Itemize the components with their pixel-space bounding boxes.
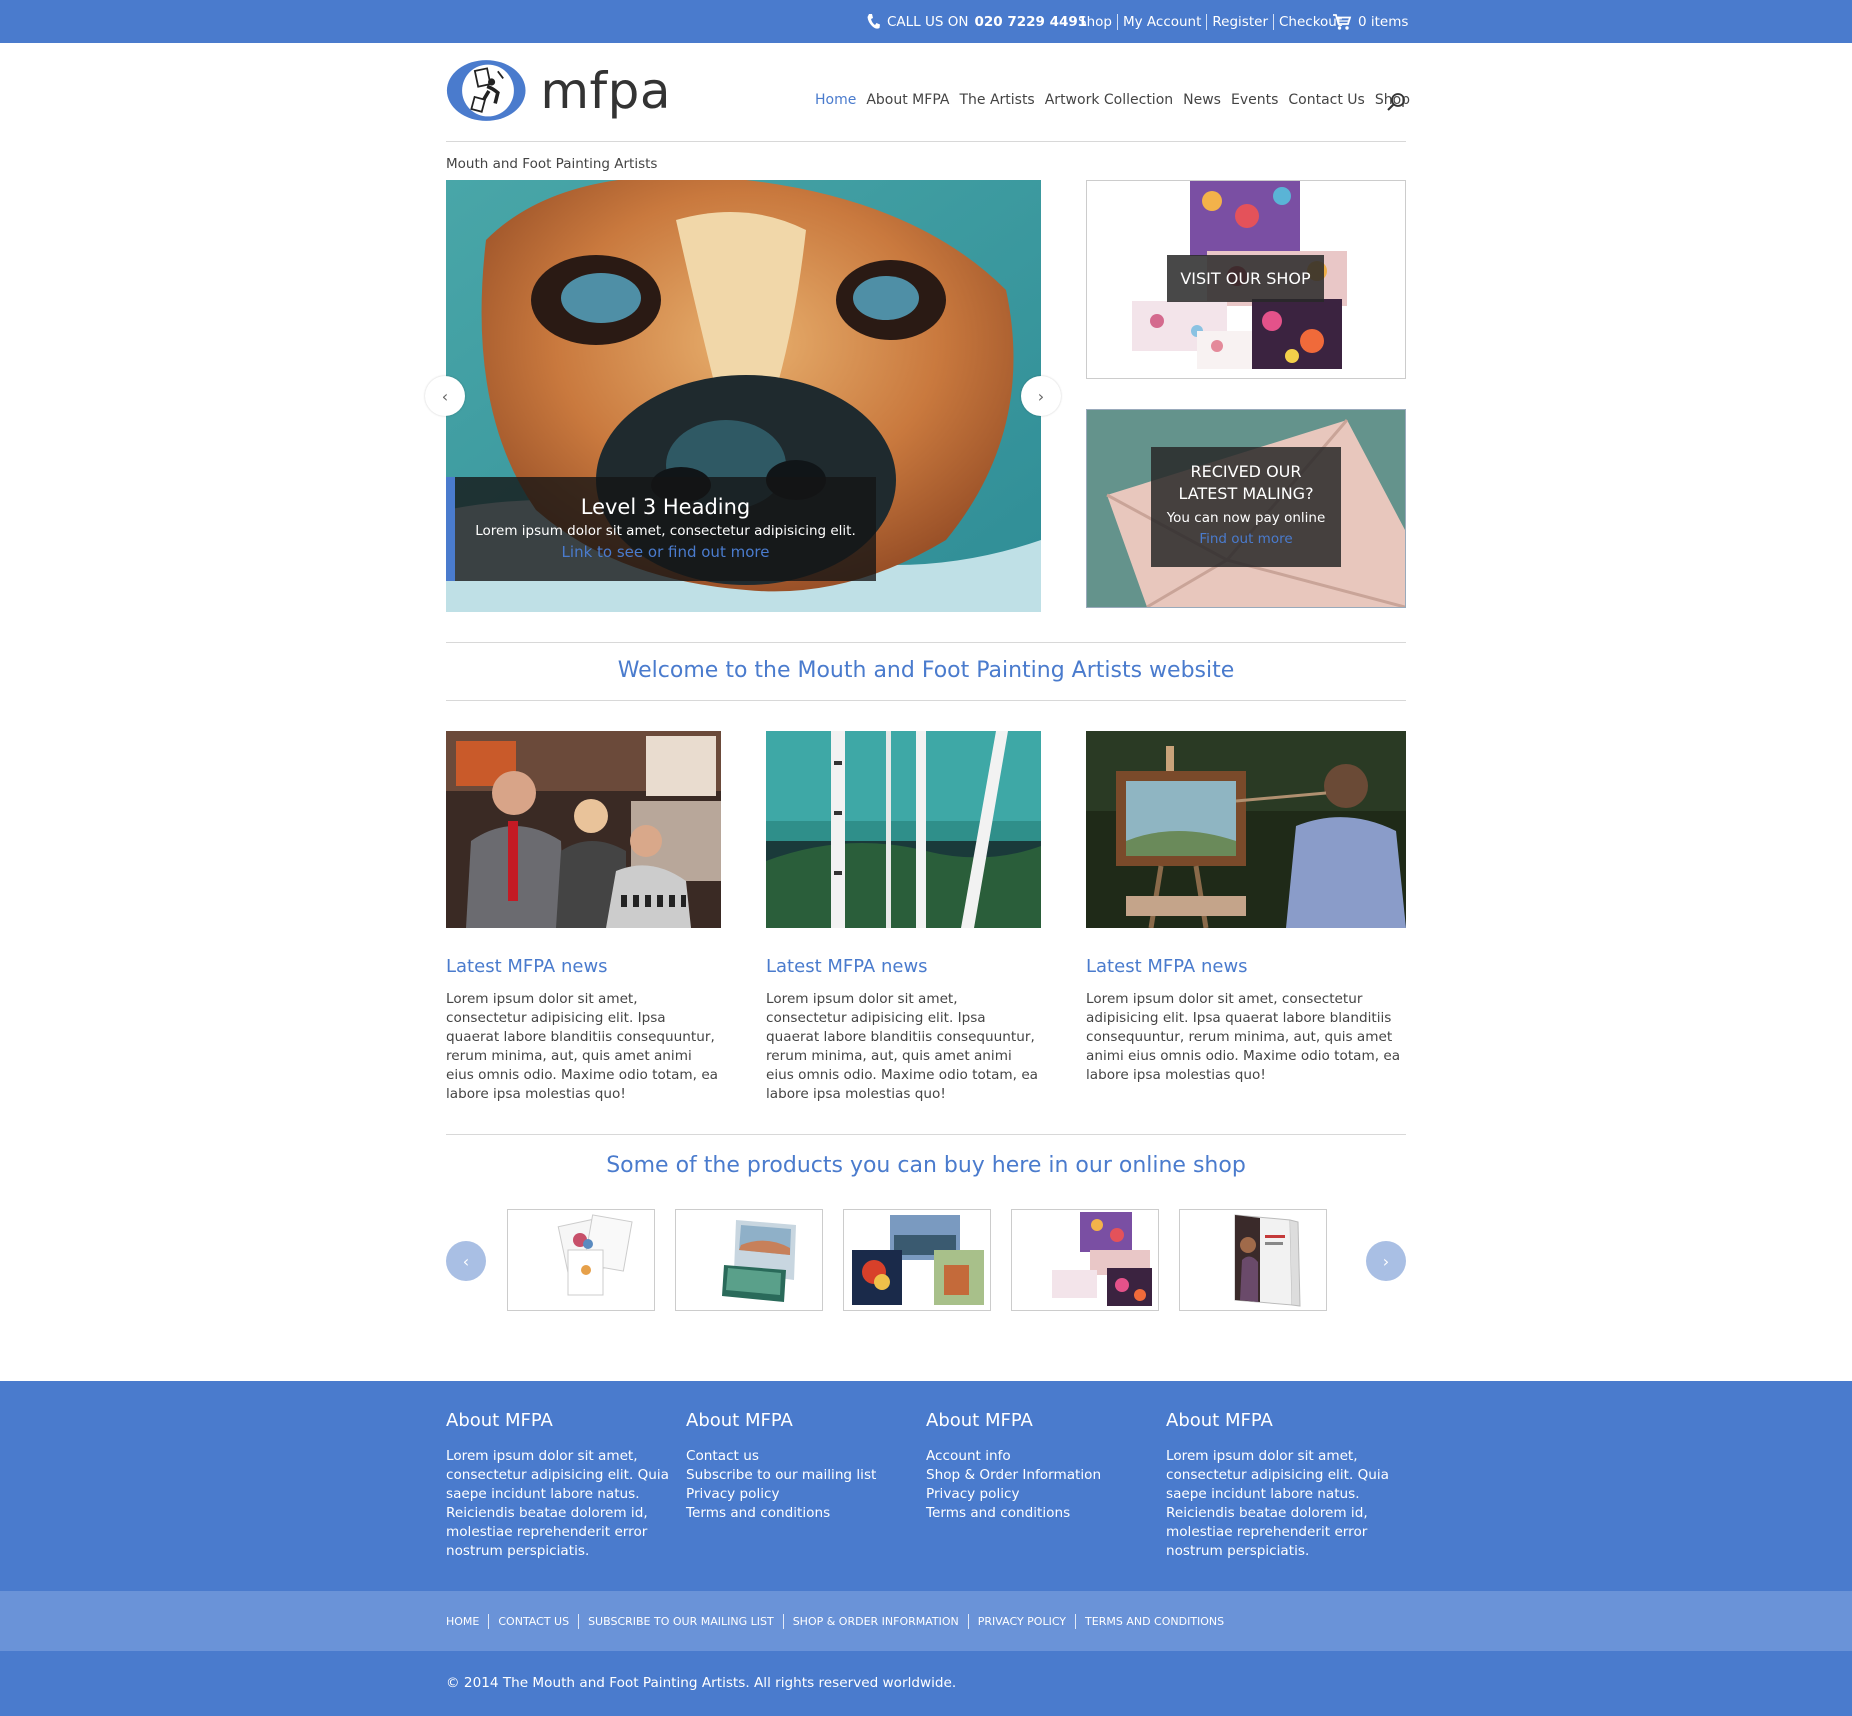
news-text-2: Lorem ipsum dolor sit amet, consectetur …: [766, 991, 1039, 1102]
footer-col-2: About MFPA Contact us Subscribe to our m…: [686, 1411, 916, 1523]
nav-events[interactable]: Events: [1231, 92, 1278, 108]
footer-link-shop-order-info[interactable]: Shop & Order Information: [926, 1466, 1156, 1485]
footer-bottom-privacy[interactable]: PRIVACY POLICY: [967, 1613, 1075, 1629]
top-bar: CALL US ON 020 7229 4491 Shop My Account…: [0, 0, 1852, 43]
news-title-2[interactable]: Latest MFPA news: [766, 956, 928, 977]
phone-icon: [867, 13, 880, 29]
footer-col-3: About MFPA Account info Shop & Order Inf…: [926, 1411, 1156, 1523]
slider-prev-button[interactable]: ‹: [425, 376, 465, 416]
cart-icon: [1333, 13, 1352, 30]
news-image-2[interactable]: [766, 731, 1041, 928]
nav-contact[interactable]: Contact Us: [1288, 92, 1364, 108]
mailing-promo-box: RECIVED OUR LATEST MALING? You can now p…: [1151, 447, 1341, 567]
footer-links-bar: HOME CONTACT US SUBSCRIBE TO OUR MAILING…: [0, 1591, 1852, 1651]
footer-bottom-contact[interactable]: CONTACT US: [488, 1613, 578, 1629]
nav-news[interactable]: News: [1183, 92, 1221, 108]
top-link-register[interactable]: Register: [1206, 13, 1273, 30]
visit-shop-button[interactable]: VISIT OUR SHOP: [1167, 255, 1324, 302]
search-icon[interactable]: [1386, 92, 1406, 112]
header-divider: [446, 141, 1406, 142]
footer-bottom-links: HOME CONTACT US SUBSCRIBE TO OUR MAILING…: [446, 1591, 1233, 1651]
nav-artwork-collection[interactable]: Artwork Collection: [1045, 92, 1173, 108]
site-tagline: Mouth and Foot Painting Artists: [446, 156, 658, 172]
product-item-5[interactable]: [1179, 1209, 1327, 1311]
main-nav: Home About MFPA The Artists Artwork Coll…: [815, 92, 1410, 108]
products-prev-button[interactable]: ‹: [446, 1241, 486, 1281]
product-item-3[interactable]: [843, 1209, 991, 1311]
news-text-3: Lorem ipsum dolor sit amet, consectetur …: [1086, 991, 1401, 1083]
mailing-promo-link[interactable]: Find out more: [1151, 531, 1341, 547]
news-image-3[interactable]: [1086, 731, 1406, 928]
footer-col-2-title: About MFPA: [686, 1410, 793, 1431]
news-title-1[interactable]: Latest MFPA news: [446, 956, 608, 977]
footer-link-contact[interactable]: Contact us: [686, 1447, 916, 1466]
welcome-divider-top: [446, 642, 1406, 643]
products-next-button[interactable]: ›: [1366, 1241, 1406, 1281]
slider-text: Lorem ipsum dolor sit amet, consectetur …: [475, 523, 856, 539]
product-item-4[interactable]: [1011, 1209, 1159, 1311]
footer-col-1-text: Lorem ipsum dolor sit amet, consectetur …: [446, 1448, 670, 1559]
news-title-3[interactable]: Latest MFPA news: [1086, 956, 1248, 977]
welcome-divider-bottom: [446, 700, 1406, 701]
footer-bottom-shop-order[interactable]: SHOP & ORDER INFORMATION: [782, 1613, 968, 1629]
products-divider: [446, 1134, 1406, 1135]
products-heading: Some of the products you can buy here in…: [606, 1153, 1246, 1178]
nav-home[interactable]: Home: [815, 92, 856, 108]
footer-col-4: About MFPA Lorem ipsum dolor sit amet, c…: [1166, 1411, 1396, 1561]
slider-next-button[interactable]: ›: [1021, 376, 1061, 416]
product-gift-boxes-image: [1052, 1212, 1152, 1306]
nav-artists[interactable]: The Artists: [959, 92, 1034, 108]
site-logo[interactable]: mfpa: [446, 53, 671, 128]
footer-col-1-title: About MFPA: [446, 1410, 553, 1431]
cart-count: 0 items: [1358, 13, 1409, 30]
nav-about[interactable]: About MFPA: [866, 92, 949, 108]
footer-link-privacy[interactable]: Privacy policy: [686, 1485, 916, 1504]
slider-caption: Level 3 Heading Lorem ipsum dolor sit am…: [446, 477, 876, 581]
footer-bottom-terms[interactable]: TERMS AND CONDITIONS: [1075, 1613, 1233, 1629]
news-text-1: Lorem ipsum dolor sit amet, consectetur …: [446, 991, 719, 1102]
top-link-shop[interactable]: Shop: [1078, 14, 1117, 30]
footer-bottom-home[interactable]: HOME: [446, 1614, 488, 1629]
cart-link[interactable]: 0 items: [1332, 0, 1408, 43]
logo-text: mfpa: [540, 61, 671, 120]
mailing-promo-title-2: LATEST MALING?: [1178, 484, 1314, 503]
phone-contact[interactable]: CALL US ON 020 7229 4491: [866, 0, 1087, 43]
product-item-1[interactable]: [507, 1209, 655, 1311]
product-boxed-cards-image: [722, 1220, 796, 1302]
top-links: Shop My Account Register Checkout: [1078, 0, 1347, 43]
mailing-promo-title-1: RECIVED OUR: [1190, 462, 1302, 481]
phone-number: 020 7229 4491: [974, 13, 1088, 30]
footer-link-account-info[interactable]: Account info: [926, 1447, 1156, 1466]
slider-link[interactable]: Link to see or find out more: [455, 543, 876, 561]
call-label: CALL US ON: [887, 13, 969, 30]
product-book-image: [1234, 1214, 1301, 1307]
product-cards-image: [557, 1214, 633, 1296]
footer: About MFPA Lorem ipsum dolor sit amet, c…: [0, 1381, 1852, 1591]
footer-link-subscribe[interactable]: Subscribe to our mailing list: [686, 1466, 916, 1485]
logo-mark-icon: [446, 60, 526, 121]
welcome-heading: Welcome to the Mouth and Foot Painting A…: [617, 658, 1235, 683]
footer-bottom-subscribe[interactable]: SUBSCRIBE TO OUR MAILING LIST: [578, 1613, 783, 1629]
footer-col-4-title: About MFPA: [1166, 1410, 1273, 1431]
footer-link-terms[interactable]: Terms and conditions: [686, 1504, 916, 1523]
footer-link-privacy-2[interactable]: Privacy policy: [926, 1485, 1156, 1504]
footer-col-1: About MFPA Lorem ipsum dolor sit amet, c…: [446, 1411, 676, 1561]
mailing-promo-text: You can now pay online: [1166, 510, 1326, 526]
footer-link-terms-2[interactable]: Terms and conditions: [926, 1504, 1156, 1523]
footer-col-3-title: About MFPA: [926, 1410, 1033, 1431]
top-link-my-account[interactable]: My Account: [1116, 13, 1206, 30]
slider-heading: Level 3 Heading: [580, 495, 751, 519]
copyright-text: © 2014 The Mouth and Foot Painting Artis…: [446, 1675, 957, 1691]
copyright-bar: © 2014 The Mouth and Foot Painting Artis…: [0, 1651, 1852, 1716]
footer-col-4-text: Lorem ipsum dolor sit amet, consectetur …: [1166, 1448, 1390, 1559]
news-image-1[interactable]: [446, 731, 721, 928]
product-prints-image: [852, 1215, 984, 1305]
product-item-2[interactable]: [675, 1209, 823, 1311]
